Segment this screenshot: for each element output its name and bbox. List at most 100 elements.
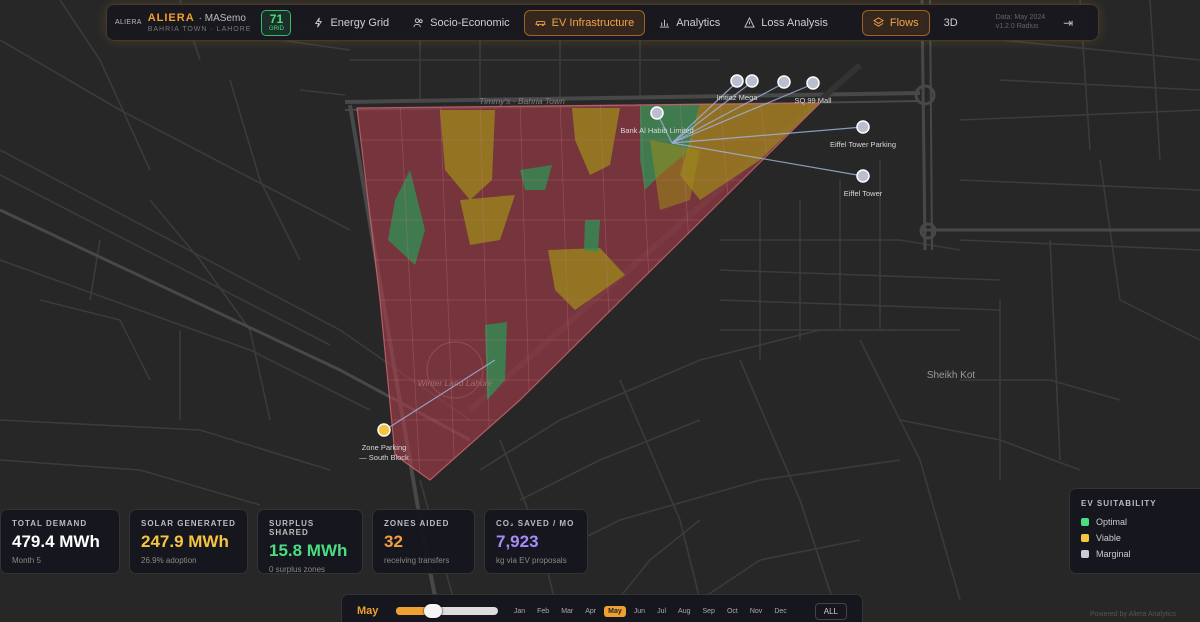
- stat-surplus-shared: SURPLUS SHARED 15.8 MWh 0 surplus zones: [257, 509, 363, 574]
- station-marker[interactable]: [856, 120, 870, 134]
- stat-value: 15.8 MWh: [269, 541, 348, 560]
- legend-label: Marginal: [1096, 549, 1131, 559]
- area-label: Winter Land Lahore: [418, 378, 493, 388]
- stat-sub: 26.9% adoption: [141, 556, 197, 565]
- legend-title: EV SUITABILITY: [1081, 499, 1157, 508]
- tab-label: EV Infrastructure: [551, 16, 635, 29]
- station-marker[interactable]: [745, 74, 759, 88]
- tab-socio-economic[interactable]: Socio-Economic: [403, 10, 519, 36]
- logout-icon[interactable]: ⇥: [1063, 16, 1073, 30]
- legend-item: Marginal: [1081, 549, 1197, 559]
- ev-suitability-legend: EV SUITABILITY Optimal Viable Marginal: [1069, 488, 1200, 574]
- legend-label: Optimal: [1096, 517, 1128, 527]
- month-button-mar[interactable]: Mar: [557, 606, 577, 617]
- data-info: Data: May 2024 v1.2.0 Radius: [996, 14, 1045, 31]
- stat-value: 7,923: [496, 532, 539, 551]
- station-label: Zone Parking: [362, 443, 407, 452]
- month-button-aug[interactable]: Aug: [674, 606, 694, 617]
- station-label: Bank Al Habib Limited: [620, 126, 693, 135]
- station-marker-viable[interactable]: [377, 423, 391, 437]
- station-marker[interactable]: [806, 76, 820, 90]
- station-label: — South Block: [359, 453, 409, 462]
- grid-score-badge: 71 GRID: [261, 9, 292, 36]
- month-button-feb[interactable]: Feb: [533, 606, 553, 617]
- top-nav-bar: ALIERA ALIERA · MASemo BAHRIA TOWN · LAH…: [106, 4, 1099, 41]
- slider-handle[interactable]: [423, 604, 442, 618]
- station-label: Imtiaz Mega: [717, 93, 759, 102]
- stat-sub: Month 5: [12, 556, 41, 565]
- timeline-bar: May Jan Feb Mar Apr May Jun Jul Aug Sep Oct Nov Dec…: [341, 594, 863, 622]
- station-label: Eiffel Tower Parking: [830, 140, 896, 149]
- swatch-icon: [1081, 518, 1089, 526]
- month-button-jun[interactable]: Jun: [630, 606, 649, 617]
- grid-score-label: GRID: [268, 26, 284, 32]
- view-3d-toggle[interactable]: 3D: [934, 10, 968, 36]
- legend-label: Viable: [1096, 533, 1121, 543]
- flows-toggle[interactable]: Flows: [861, 9, 930, 36]
- brand-name: ALIERA: [147, 11, 195, 24]
- logo: ALIERA: [115, 19, 142, 26]
- tab-label: Socio-Economic: [430, 16, 510, 29]
- stat-title: SOLAR GENERATED: [141, 519, 236, 528]
- station-marker[interactable]: [730, 74, 744, 88]
- stat-zones-aided: ZONES AIDED 32 receiving transfers: [372, 509, 475, 574]
- location-label: BAHRIA TOWN · LAHORE: [147, 25, 252, 33]
- stat-title: TOTAL DEMAND: [12, 519, 88, 528]
- brand: ALIERA ALIERA · MASemo BAHRIA TOWN · LAH…: [115, 11, 252, 33]
- app-name: · MASemo: [198, 12, 246, 24]
- legend-item: Optimal: [1081, 517, 1197, 527]
- tab-loss-analysis[interactable]: Loss Analysis: [734, 10, 838, 36]
- powered-by: Powered by Aliera Analytics: [1090, 611, 1176, 618]
- month-button-jul[interactable]: Jul: [653, 606, 670, 617]
- bar-chart-icon: [660, 19, 670, 28]
- month-buttons: Jan Feb Mar Apr May Jun Jul Aug Sep Oct Nov Dec: [508, 605, 793, 617]
- month-button-dec[interactable]: Dec: [770, 606, 790, 617]
- current-month: May: [357, 605, 379, 617]
- month-button-nov[interactable]: Nov: [746, 606, 766, 617]
- stat-title: SURPLUS SHARED: [269, 519, 315, 537]
- stat-value: 247.9 MWh: [141, 532, 229, 551]
- all-months-button[interactable]: ALL: [814, 602, 847, 620]
- swatch-icon: [1081, 550, 1089, 558]
- flows-label: Flows: [889, 16, 919, 29]
- tab-label: Analytics: [676, 16, 721, 29]
- station-label: SQ 99 Mall: [794, 96, 831, 105]
- month-button-may[interactable]: May: [604, 605, 626, 617]
- stat-value: 479.4 MWh: [12, 532, 100, 551]
- version: v1.2.0 Radius: [995, 22, 1039, 30]
- stat-sub: kg via EV proposals: [496, 556, 567, 565]
- tab-label: Energy Grid: [330, 16, 390, 29]
- tab-analytics[interactable]: Analytics: [649, 10, 730, 36]
- tab-energy-grid[interactable]: Energy Grid: [303, 10, 399, 36]
- stat-title: ZONES AIDED: [384, 519, 450, 528]
- stat-sub: receiving transfers: [384, 556, 450, 565]
- legend-item: Viable: [1081, 533, 1197, 543]
- data-date: Data: May 2024: [995, 14, 1046, 22]
- grid-score-value: 71: [269, 12, 284, 26]
- stat-title: CO₂ SAVED / MO: [496, 519, 575, 528]
- month-button-apr[interactable]: Apr: [581, 606, 600, 617]
- station-label: Eiffel Tower: [844, 189, 883, 198]
- road-label: Timmy's - Bahria Town: [479, 96, 565, 106]
- layers-icon: [872, 17, 884, 27]
- stat-sub: 0 surplus zones: [269, 565, 326, 574]
- bolt-icon: [315, 17, 323, 28]
- tab-label: Loss Analysis: [761, 16, 828, 29]
- tab-ev-infrastructure[interactable]: EV Infrastructure: [523, 9, 646, 36]
- month-button-oct[interactable]: Oct: [723, 606, 742, 617]
- stat-solar-generated: SOLAR GENERATED 247.9 MWh 26.9% adoption: [129, 509, 248, 574]
- station-marker[interactable]: [777, 75, 791, 89]
- view-3d-label: 3D: [943, 16, 958, 29]
- warning-icon: [744, 17, 756, 28]
- stat-co2-saved: CO₂ SAVED / MO 7,923 kg via EV proposals: [484, 509, 588, 574]
- swatch-icon: [1081, 534, 1089, 542]
- month-slider[interactable]: [395, 604, 498, 618]
- district-label: Sheikh Kot: [927, 370, 976, 381]
- month-button-sep[interactable]: Sep: [699, 606, 719, 617]
- station-marker[interactable]: [856, 169, 870, 183]
- stat-value: 32: [384, 532, 403, 551]
- stat-total-demand: TOTAL DEMAND 479.4 MWh Month 5: [0, 509, 120, 574]
- month-button-jan[interactable]: Jan: [510, 606, 529, 617]
- users-icon: [413, 18, 423, 28]
- station-marker[interactable]: [650, 106, 664, 120]
